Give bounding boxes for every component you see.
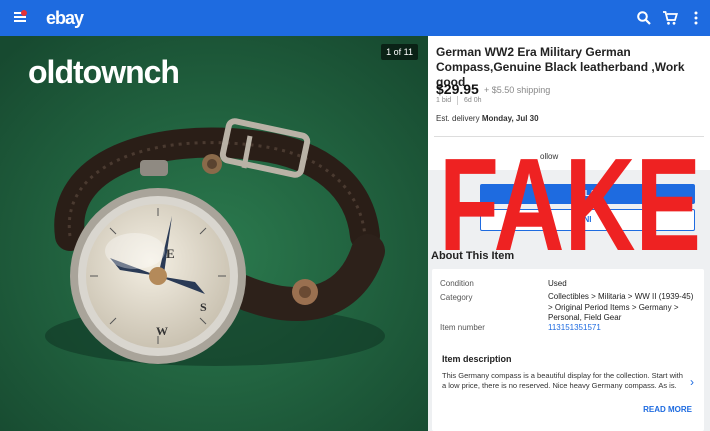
est-delivery: Est. delivery Monday, Jul 30 xyxy=(436,114,539,123)
dial-south: S xyxy=(200,300,207,314)
watermark-text: oldtownch xyxy=(28,54,180,90)
app-bar: ebay xyxy=(0,0,710,36)
price: $29.95 xyxy=(436,81,479,97)
bid-count: 1 bid xyxy=(436,97,452,104)
read-more-link[interactable]: READ MORE xyxy=(643,405,692,414)
delivery-date: Monday, Jul 30 xyxy=(481,114,539,123)
shipping-cost: + $5.50 shipping xyxy=(484,85,551,95)
chevron-right-icon[interactable]: › xyxy=(690,375,694,389)
ebay-listing-page: ebay E S W oldtownch 1 of 11 German WW2 … xyxy=(0,0,710,431)
description-card[interactable]: Item description This Germany compass is… xyxy=(432,341,704,431)
cart-icon[interactable] xyxy=(662,10,678,26)
item-number-value[interactable]: 113151351571 xyxy=(548,323,698,334)
image-counter: 1 of 11 xyxy=(381,44,418,60)
compass-watch-image: E S W xyxy=(0,36,428,431)
item-photo[interactable]: E S W oldtownch 1 of 11 xyxy=(0,36,428,431)
dial-west: W xyxy=(156,324,168,338)
condition-value: Used xyxy=(548,279,567,288)
divider xyxy=(457,96,458,105)
item-number-label: Item number xyxy=(440,323,485,332)
fake-stamp: FAKE xyxy=(437,131,703,278)
delivery-label: Est. delivery xyxy=(436,114,480,123)
description-text: This Germany compass is a beautiful disp… xyxy=(442,371,683,390)
search-icon[interactable] xyxy=(636,10,652,26)
condition-label: Condition xyxy=(440,279,474,288)
time-left: 6d 0h xyxy=(464,97,482,104)
description-title: Item description xyxy=(442,354,512,364)
dial-east: E xyxy=(166,246,175,261)
fake-text: FAKE xyxy=(439,132,701,262)
more-vert-icon[interactable] xyxy=(688,10,704,26)
category-label: Category xyxy=(440,293,473,302)
category-value: Collectibles > Militaria > WW II (1939-4… xyxy=(548,292,694,322)
fake-stamp-graphic: FAKE xyxy=(439,131,701,278)
ebay-logo[interactable]: ebay xyxy=(46,8,84,29)
notification-dot xyxy=(21,10,27,16)
